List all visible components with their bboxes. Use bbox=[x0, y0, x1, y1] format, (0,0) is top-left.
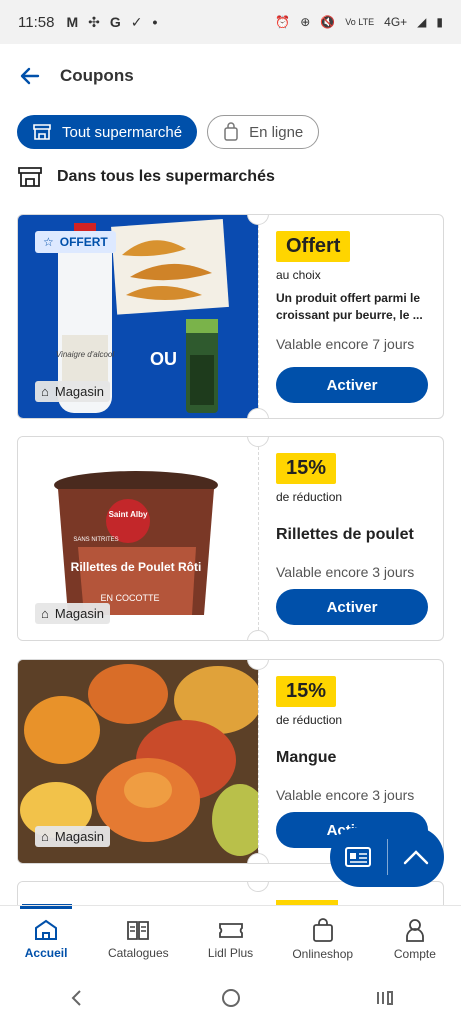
filter-online[interactable]: En ligne bbox=[207, 115, 320, 149]
floating-action-bar bbox=[330, 827, 444, 887]
store-tag-label: Magasin bbox=[54, 829, 104, 844]
battery-icon: ▮ bbox=[436, 15, 443, 29]
nav-home[interactable]: Accueil bbox=[0, 906, 92, 971]
coupon-validity: Valable encore 3 jours bbox=[276, 564, 415, 580]
offer-tag: ☆ OFFERT bbox=[35, 231, 116, 253]
card-divider bbox=[258, 215, 259, 418]
google-icon: G bbox=[109, 14, 121, 30]
store-icon: ⌂ bbox=[41, 606, 49, 621]
loyalty-card-button[interactable] bbox=[330, 827, 387, 887]
coupon-card[interactable]: Vinaigre d'alcool OU ☆ OFFERT ⌂ Magasin … bbox=[17, 214, 444, 419]
store-icon bbox=[18, 167, 42, 187]
status-bar: 11:58 M ✣ G ✓ • ⏰ ⊕ 🔇 Vo LTE 4G+ ◢ ▮ bbox=[0, 0, 461, 44]
app-bar: Coupons bbox=[0, 44, 461, 108]
ticket-icon bbox=[218, 922, 243, 938]
coupon-card[interactable]: Saint Alby SANS NITRITES Rillettes de Po… bbox=[17, 436, 444, 641]
vinegar-label: Vinaigre d'alcool bbox=[56, 350, 115, 359]
nav-catalogues[interactable]: Catalogues bbox=[92, 906, 184, 971]
filter-online-label: En ligne bbox=[249, 123, 304, 141]
nav-account-label: Compte bbox=[393, 946, 436, 961]
store-tag: ⌂ Magasin bbox=[35, 603, 110, 624]
chevron-up-icon bbox=[403, 850, 428, 865]
store-icon: ⌂ bbox=[41, 384, 49, 399]
nav-onlineshop-label: Onlineshop bbox=[292, 946, 354, 961]
store-icon: ⌂ bbox=[41, 829, 49, 844]
data-saver-icon: ⊕ bbox=[300, 15, 311, 29]
card-notch bbox=[247, 630, 269, 640]
coupon-info: 15% de réduction Mangue Valable encore 3… bbox=[276, 676, 436, 803]
filter-all-stores-label: Tout supermarché bbox=[62, 123, 183, 141]
store-tag: ⌂ Magasin bbox=[35, 826, 110, 847]
arrow-left-icon bbox=[20, 67, 40, 85]
notification-icons: M ✣ G ✓ • bbox=[66, 14, 157, 31]
nav-account[interactable]: Compte bbox=[369, 906, 461, 971]
product-name: Rillettes de poulet bbox=[276, 526, 414, 543]
fan-icon: ✣ bbox=[88, 13, 100, 30]
filter-all-stores[interactable]: Tout supermarché bbox=[17, 115, 198, 149]
system-recents-icon[interactable] bbox=[375, 988, 395, 1008]
back-button[interactable] bbox=[0, 44, 60, 108]
coupon-info: 15% de réduction Rillettes de poulet Val… bbox=[276, 453, 436, 580]
home-icon bbox=[35, 919, 58, 940]
task-icon: ✓ bbox=[130, 13, 143, 30]
nav-onlineshop[interactable]: Onlineshop bbox=[277, 906, 369, 971]
system-navigation bbox=[0, 971, 461, 1024]
page-title: Coupons bbox=[60, 66, 134, 85]
badge-subtitle: de réduction bbox=[276, 713, 343, 727]
pkg-subtitle: EN COCOTTE bbox=[100, 593, 159, 603]
star-icon: ☆ bbox=[43, 235, 54, 249]
account-icon bbox=[406, 918, 424, 942]
pkg-brand: Saint Alby bbox=[109, 510, 148, 519]
discount-badge: 15% bbox=[276, 676, 337, 707]
mute-icon: 🔇 bbox=[320, 15, 336, 29]
catalog-icon bbox=[127, 920, 150, 940]
section-title: Dans tous les supermarchés bbox=[57, 168, 275, 185]
activate-button[interactable]: Activer bbox=[276, 589, 428, 625]
system-back-icon[interactable] bbox=[67, 988, 87, 1008]
discount-badge: Offert bbox=[276, 231, 351, 262]
offer-tag-label: OFFERT bbox=[59, 235, 108, 249]
scroll-top-button[interactable] bbox=[387, 827, 444, 887]
card-notch bbox=[247, 853, 269, 863]
filter-chips: Tout supermarché En ligne bbox=[17, 115, 320, 149]
badge-subtitle: au choix bbox=[276, 268, 321, 282]
pkg-title: Rillettes de Poulet Rôti bbox=[71, 560, 202, 574]
discount-badge: 15% bbox=[276, 453, 337, 484]
badge-subtitle: de réduction bbox=[276, 490, 343, 504]
alarm-icon: ⏰ bbox=[275, 15, 291, 29]
shopping-bag-icon bbox=[312, 917, 333, 942]
volte-label: Vo LTE bbox=[345, 17, 375, 27]
signal-icon: ◢ bbox=[417, 15, 427, 29]
store-tag-label: Magasin bbox=[54, 606, 104, 621]
store-tag: ⌂ Magasin bbox=[35, 381, 110, 402]
coupon-validity: Valable encore 3 jours bbox=[276, 787, 415, 803]
card-icon bbox=[345, 847, 372, 867]
nav-lidl-plus[interactable]: Lidl Plus bbox=[184, 906, 276, 971]
store-icon bbox=[33, 124, 51, 140]
bottom-navigation: Accueil Catalogues Lidl Plus Onlineshop … bbox=[0, 905, 461, 971]
network-label: 4G+ bbox=[384, 15, 408, 29]
store-tag-label: Magasin bbox=[54, 384, 104, 399]
status-time: 11:58 bbox=[18, 13, 55, 31]
shopping-bag-icon bbox=[224, 122, 238, 141]
coupon-description: Un produit offert parmi le croissant pur… bbox=[276, 291, 423, 322]
card-divider bbox=[258, 437, 259, 640]
dot-icon: • bbox=[152, 14, 158, 30]
product-name: Mangue bbox=[276, 749, 337, 766]
coupon-validity: Valable encore 7 jours bbox=[276, 336, 415, 352]
system-icons: ⏰ ⊕ 🔇 Vo LTE 4G+ ◢ ▮ bbox=[275, 15, 443, 29]
nav-home-label: Accueil bbox=[24, 945, 68, 960]
or-label: OU bbox=[150, 349, 177, 369]
gmail-icon: M bbox=[66, 14, 79, 30]
activate-button[interactable]: Activer bbox=[276, 367, 428, 403]
system-home-icon[interactable] bbox=[220, 987, 242, 1009]
card-notch bbox=[247, 408, 269, 418]
section-header: Dans tous les supermarchés bbox=[17, 166, 275, 188]
nav-lidl-plus-label: Lidl Plus bbox=[207, 945, 254, 960]
coupon-info: Offert au choix Un produit offert parmi … bbox=[276, 231, 436, 352]
card-divider bbox=[258, 660, 259, 863]
pkg-flag: SANS NITRITES bbox=[73, 537, 118, 543]
nav-catalogues-label: Catalogues bbox=[107, 945, 169, 960]
